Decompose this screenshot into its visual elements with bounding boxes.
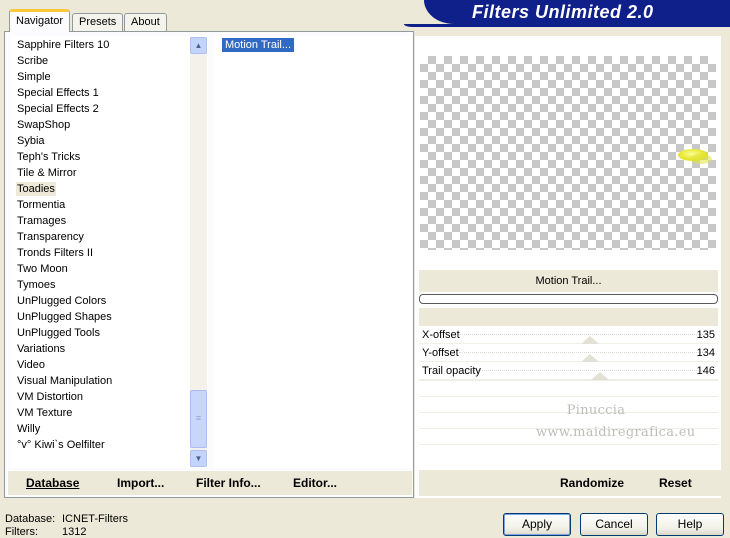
list-item[interactable]: Tronds Filters II	[16, 246, 94, 260]
tab-about[interactable]: About	[124, 13, 167, 31]
param-x-offset[interactable]: X-offset 135	[419, 326, 718, 344]
help-button[interactable]: Help	[656, 513, 724, 536]
param-trail-opacity[interactable]: Trail opacity 146	[419, 362, 718, 380]
filter-list[interactable]: Motion Trail...	[214, 36, 412, 468]
status-filters-value: 1312	[62, 526, 87, 538]
list-item[interactable]: Two Moon	[16, 262, 69, 276]
param-label: X-offset	[422, 329, 460, 341]
effect-name: Motion Trail...	[419, 270, 718, 292]
list-item[interactable]: Sapphire Filters 10	[16, 38, 110, 52]
list-item[interactable]: Scribe	[16, 54, 49, 68]
list-item[interactable]: Teph's Tricks	[16, 150, 81, 164]
filter-item-selected[interactable]: Motion Trail...	[222, 38, 295, 52]
cancel-button[interactable]: Cancel	[580, 513, 648, 536]
param-label: Trail opacity	[422, 365, 481, 377]
reset-button[interactable]: Reset	[659, 475, 692, 491]
watermark-line-2: www.maidiregrafica.eu	[536, 425, 696, 440]
randomize-button[interactable]: Randomize	[560, 475, 624, 491]
list-item[interactable]: VM Texture	[16, 406, 73, 420]
list-item[interactable]: °v° Kiwi`s Oelfilter	[16, 438, 106, 452]
progress-bar	[419, 294, 718, 304]
list-item[interactable]: Tramages	[16, 214, 67, 228]
list-item[interactable]: Tymoes	[16, 278, 57, 292]
watermark: Pinuccia www.maidiregrafica.eu	[536, 400, 696, 444]
param-empty	[419, 380, 718, 396]
apply-button[interactable]: Apply	[503, 513, 571, 536]
title-banner-stripe	[404, 24, 730, 27]
list-item[interactable]: Video	[16, 358, 46, 372]
list-item[interactable]: Transparency	[16, 230, 85, 244]
list-item[interactable]: Visual Manipulation	[16, 374, 113, 388]
param-label: Y-offset	[422, 347, 459, 359]
list-item[interactable]: VM Distortion	[16, 390, 84, 404]
list-item[interactable]: SwapShop	[16, 118, 71, 132]
list-item[interactable]: Tormentia	[16, 198, 66, 212]
scroll-down-button[interactable]: ▼	[190, 450, 207, 467]
list-item[interactable]: Willy	[16, 422, 41, 436]
list-item[interactable]: UnPlugged Shapes	[16, 310, 113, 324]
import-button[interactable]: Import...	[117, 475, 164, 491]
database-button-label: Database	[26, 476, 80, 490]
list-item[interactable]: Special Effects 1	[16, 86, 100, 100]
param-empty	[419, 444, 718, 460]
list-item[interactable]: Tile & Mirror	[16, 166, 77, 180]
category-scrollbar[interactable]: ▲ ≡ ▼	[190, 37, 207, 467]
database-button[interactable]: Database	[26, 475, 79, 491]
preview-trail	[690, 154, 712, 164]
app-title: Filters Unlimited 2.0	[472, 2, 654, 22]
param-value: 134	[696, 347, 715, 359]
scroll-up-button[interactable]: ▲	[190, 37, 207, 54]
tab-navigator[interactable]: Navigator	[9, 9, 71, 32]
status-database-value: ICNET-Filters	[62, 513, 128, 525]
list-item[interactable]: Simple	[16, 70, 52, 84]
param-value: 146	[696, 365, 715, 377]
status-database-label: Database:	[5, 513, 56, 525]
preview-canvas[interactable]	[420, 56, 716, 250]
slider-thumb[interactable]	[581, 336, 600, 344]
editor-button[interactable]: Editor...	[293, 475, 337, 491]
tab-presets[interactable]: Presets	[72, 13, 124, 31]
list-item[interactable]: UnPlugged Tools	[16, 326, 101, 340]
category-list[interactable]: Sapphire Filters 10 Scribe Simple Specia…	[10, 36, 208, 468]
watermark-line-1: Pinuccia	[566, 403, 626, 418]
slider-thumb[interactable]	[591, 372, 610, 380]
list-item[interactable]: UnPlugged Colors	[16, 294, 107, 308]
param-y-offset[interactable]: Y-offset 134	[419, 344, 718, 362]
list-item-selected[interactable]: Toadies	[16, 182, 56, 196]
param-value: 135	[696, 329, 715, 341]
scroll-thumb[interactable]: ≡	[190, 390, 207, 448]
slider-track	[459, 370, 707, 372]
filter-info-button[interactable]: Filter Info...	[196, 475, 261, 491]
list-item[interactable]: Sybia	[16, 134, 46, 148]
list-item[interactable]: Special Effects 2	[16, 102, 100, 116]
params-header	[419, 308, 718, 326]
status-filters-label: Filters:	[5, 526, 38, 538]
slider-thumb[interactable]	[581, 354, 600, 362]
list-item[interactable]: Variations	[16, 342, 66, 356]
